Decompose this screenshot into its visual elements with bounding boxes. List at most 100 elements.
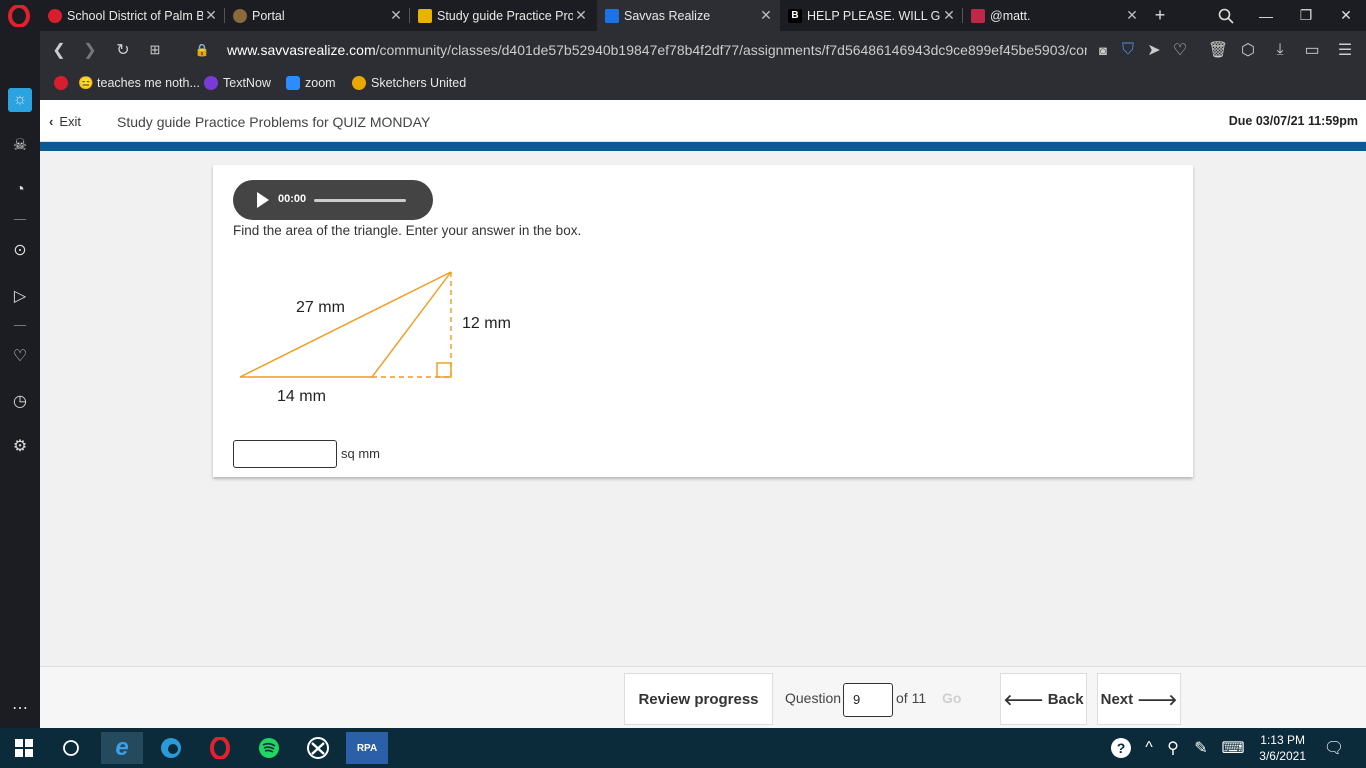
go-button[interactable]: Go — [942, 690, 961, 706]
app-taskbar-icon[interactable]: RPA — [346, 732, 388, 764]
hypotenuse-label: 27 mm — [296, 299, 345, 316]
more-ellipsis-icon[interactable]: ⋯ — [8, 696, 32, 720]
tab-savvas-realize[interactable]: Savvas Realize ✕ — [597, 0, 780, 31]
header-accent-band — [40, 142, 1366, 151]
question-prompt: Find the area of the triangle. Enter you… — [233, 223, 582, 238]
bookmarks-heart-icon[interactable]: ♡ — [8, 344, 32, 368]
question-card: 00:00 Find the area of the triangle. Ent… — [213, 165, 1193, 477]
close-tab-icon[interactable]: ✕ — [203, 7, 219, 24]
download-icon[interactable]: ⤓ — [1270, 40, 1290, 60]
height-label: 12 mm — [462, 315, 511, 332]
speed-dial-grid-icon[interactable]: ⊞ — [145, 40, 165, 60]
close-window-icon[interactable]: ✕ — [1326, 0, 1366, 31]
browser-sidebar: ☼ ☠ ◔ ⊙ ▷ ♡ ◷ ⚙ ⋯ — [0, 31, 40, 728]
bookmarks-bar: 😑 teaches me noth... TextNow zoom Sketch… — [40, 69, 1366, 100]
assignment-title: Study guide Practice Problems for QUIZ M… — [117, 114, 431, 130]
restore-icon[interactable]: ❐ — [1286, 0, 1326, 31]
lock-icon: 🔒 — [194, 43, 210, 57]
exit-button[interactable]: ‹ Exit — [49, 114, 81, 129]
answer-input[interactable] — [233, 440, 337, 468]
reload-icon[interactable]: ↻ — [113, 40, 133, 60]
windows-start-icon[interactable] — [3, 732, 45, 764]
notifications-icon[interactable]: 🗨 — [1314, 732, 1354, 764]
keyboard-icon[interactable]: ⌨ — [1218, 732, 1248, 764]
tab-help-please[interactable]: B HELP PLEASE. WILL GIVE ✕ — [780, 0, 963, 31]
brainly-favicon-icon: B — [788, 8, 802, 23]
forward-arrow-icon[interactable]: ❯ — [80, 40, 100, 60]
play-icon[interactable] — [257, 192, 269, 208]
bookmark-label: TextNow — [223, 76, 271, 90]
vpn-shield-icon[interactable]: ⛉ — [1118, 40, 1138, 60]
send-icon[interactable]: ➤ — [1144, 40, 1164, 60]
url-field[interactable]: www.savvasrealize.com/community/classes/… — [227, 42, 1087, 58]
device-icon[interactable]: ⚲ — [1162, 732, 1184, 764]
taskbar-clock[interactable]: 1:13 PM 3/6/2021 — [1259, 732, 1306, 764]
tab-matt[interactable]: @matt. ✕ — [963, 0, 1146, 31]
next-button[interactable]: Next 🡒 — [1097, 673, 1181, 725]
cortana-search-icon[interactable] — [50, 732, 92, 764]
address-bar: ❮ ❯ ↻ ⊞ 🔒 www.savvasrealize.com/communit… — [40, 31, 1366, 69]
bookmark-label: Sketchers United — [371, 76, 467, 90]
back-button[interactable]: 🡐 Back — [1000, 673, 1087, 725]
battery-icon[interactable]: ▭ — [1302, 40, 1322, 60]
arrow-right-icon: 🡒 — [1137, 691, 1178, 709]
close-tab-icon[interactable]: ✕ — [573, 7, 589, 24]
camera-icon[interactable]: ◙ — [1093, 40, 1113, 60]
zoom-favicon-icon — [286, 76, 300, 90]
close-tab-icon[interactable]: ✕ — [941, 7, 957, 24]
right-angle-marker — [436, 362, 452, 378]
close-tab-icon[interactable]: ✕ — [758, 7, 774, 24]
opera-taskbar-icon[interactable] — [199, 732, 241, 764]
edge-icon[interactable] — [150, 732, 192, 764]
trash-icon[interactable]: 🗑 — [1208, 40, 1228, 60]
spotify-icon[interactable] — [248, 732, 290, 764]
help-icon[interactable]: ? — [1104, 732, 1138, 764]
tab-portal[interactable]: Portal ✕ — [225, 0, 410, 31]
question-number-input[interactable]: 9 — [843, 683, 893, 717]
minimize-icon[interactable]: — — [1246, 0, 1286, 31]
review-progress-button[interactable]: Review progress — [624, 673, 773, 725]
windows-taskbar: e RPA ? ^ ⚲ ✎ ⌨ 1:13 PM 3/6/2021 🗨 — [0, 728, 1366, 768]
opera-logo-icon[interactable] — [8, 5, 30, 27]
extensions-cube-icon[interactable]: ⬡ — [1238, 40, 1258, 60]
tab-study-guide[interactable]: Study guide Practice Pro ✕ — [410, 0, 595, 31]
close-tab-icon[interactable]: ✕ — [1124, 7, 1140, 24]
easy-setup-menu-icon[interactable]: ☰ — [1335, 40, 1355, 60]
bookmark-teaches-me[interactable]: 😑 teaches me noth... — [78, 76, 200, 91]
history-clock-icon[interactable]: ◔ — [8, 178, 32, 202]
school-district-favicon-icon — [48, 8, 62, 23]
pen-icon[interactable]: ✎ — [1188, 732, 1214, 764]
back-arrow-icon[interactable]: ❮ — [49, 40, 69, 60]
search-tabs-icon[interactable] — [1206, 0, 1246, 31]
question-navigation: Review progress Question 9 of 11 Go 🡐 Bac… — [40, 666, 1366, 728]
next-label: Next — [1100, 690, 1134, 708]
portal-favicon-icon — [233, 8, 247, 23]
tab-school-district[interactable]: School District of Palm B ✕ — [40, 0, 225, 31]
player-icon[interactable]: ⊙ — [8, 238, 32, 262]
bookmark-item[interactable] — [54, 76, 73, 90]
browser-tab-bar: School District of Palm B ✕ Portal ✕ Stu… — [0, 0, 1366, 31]
internet-explorer-icon[interactable]: e — [101, 732, 143, 764]
close-tab-icon[interactable]: ✕ — [388, 7, 404, 24]
tab-title: Study guide Practice Pro — [437, 8, 573, 23]
settings-gear-icon[interactable]: ⚙ — [8, 434, 32, 458]
bookmark-sketchers-united[interactable]: Sketchers United — [352, 76, 466, 90]
xbox-icon[interactable] — [297, 732, 339, 764]
chevron-up-icon[interactable]: ^ — [1138, 732, 1160, 764]
tab-title: @matt. — [990, 8, 1031, 23]
new-tab-plus-icon[interactable]: + — [1140, 0, 1180, 31]
send-arrow-icon[interactable]: ▷ — [8, 284, 32, 308]
question-label: Question — [785, 690, 842, 706]
bookmark-label: zoom — [305, 76, 336, 90]
history-icon[interactable]: ◷ — [8, 389, 32, 413]
audio-progress-track[interactable] — [314, 199, 406, 202]
easy-setup-sun-icon[interactable]: ☼ — [8, 88, 32, 112]
tab-title: HELP PLEASE. WILL GIVE — [807, 8, 941, 23]
bookmark-zoom[interactable]: zoom — [286, 76, 336, 90]
bookmark-textnow[interactable]: TextNow — [204, 76, 271, 90]
tab-title: Portal — [252, 8, 285, 23]
bookmark-favicon-icon — [54, 76, 68, 90]
skull-icon[interactable]: ☠ — [8, 133, 32, 157]
heart-bookmark-icon[interactable]: ♡ — [1170, 40, 1190, 60]
audio-time: 00:00 — [278, 193, 307, 205]
